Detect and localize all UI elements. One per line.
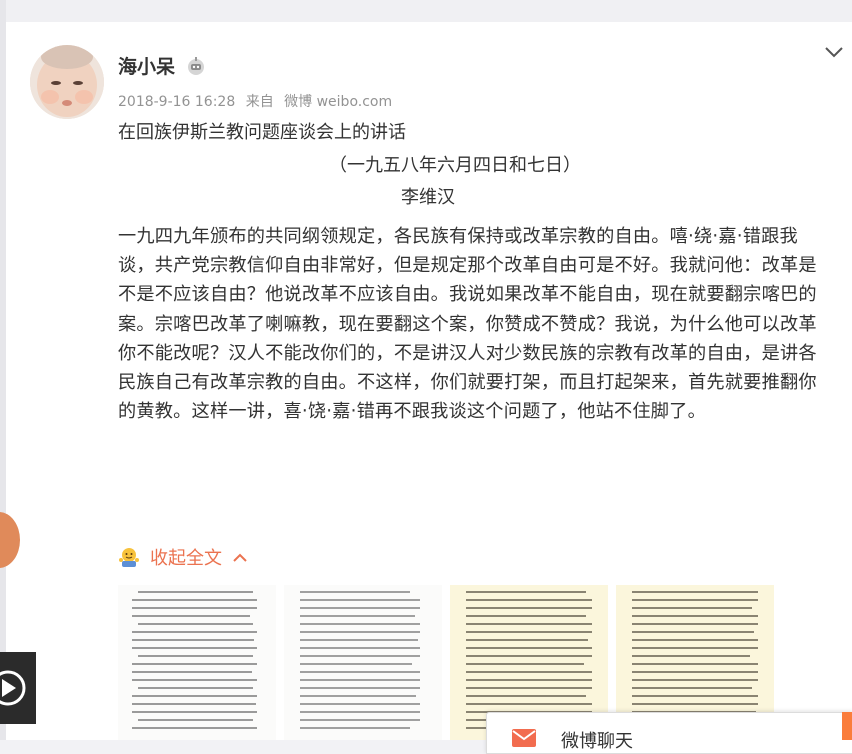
chevron-down-icon[interactable] (823, 42, 845, 62)
post-image-thumbnail[interactable] (118, 585, 276, 740)
scanned-page-image (132, 591, 257, 729)
chevron-up-icon[interactable] (232, 551, 248, 563)
user-name-row: 海小呆 (118, 52, 207, 79)
robot-badge-icon (188, 56, 205, 75)
post-title: 在回族伊斯兰教问题座谈会上的讲话 (118, 122, 406, 143)
weibo-post-card: 海小呆 2018-9-16 16:28 来自 微博 weibo.com 在回族伊… (0, 0, 852, 740)
chat-label[interactable]: 微博聊天 (561, 727, 633, 753)
post-datetime[interactable]: 2018-9-16 16:28 (118, 94, 235, 110)
weibo-chat-bar[interactable]: 微博聊天 (486, 712, 852, 754)
post-meta: 2018-9-16 16:28 来自 微博 weibo.com (118, 91, 398, 111)
post-body: 一九四九年颁布的共同纲领规定，各民族有保持或改革宗教的自由。嘻·绕·嘉·错跟我谈… (118, 226, 817, 423)
post-date-line: （一九五八年六月四日和七日） (329, 155, 581, 176)
shrug-emoji-icon (119, 548, 139, 567)
baby-avatar-image (30, 45, 104, 119)
post-author-line: 李维汉 (401, 187, 455, 208)
from-label: 来自 (245, 94, 274, 110)
top-strip (6, 0, 852, 22)
chat-side-tab[interactable] (842, 712, 852, 740)
avatar[interactable] (30, 45, 104, 119)
collapse-button[interactable]: 收起全文 (118, 544, 248, 570)
collapse-label[interactable]: 收起全文 (150, 544, 222, 570)
video-play-button[interactable] (0, 652, 36, 724)
post-image-thumbnail[interactable] (284, 585, 442, 740)
mail-icon (512, 729, 536, 747)
play-icon (0, 670, 26, 706)
post-source[interactable]: 微博 weibo.com (284, 94, 392, 110)
user-name[interactable]: 海小呆 (118, 52, 175, 79)
scanned-page-image (300, 591, 420, 729)
